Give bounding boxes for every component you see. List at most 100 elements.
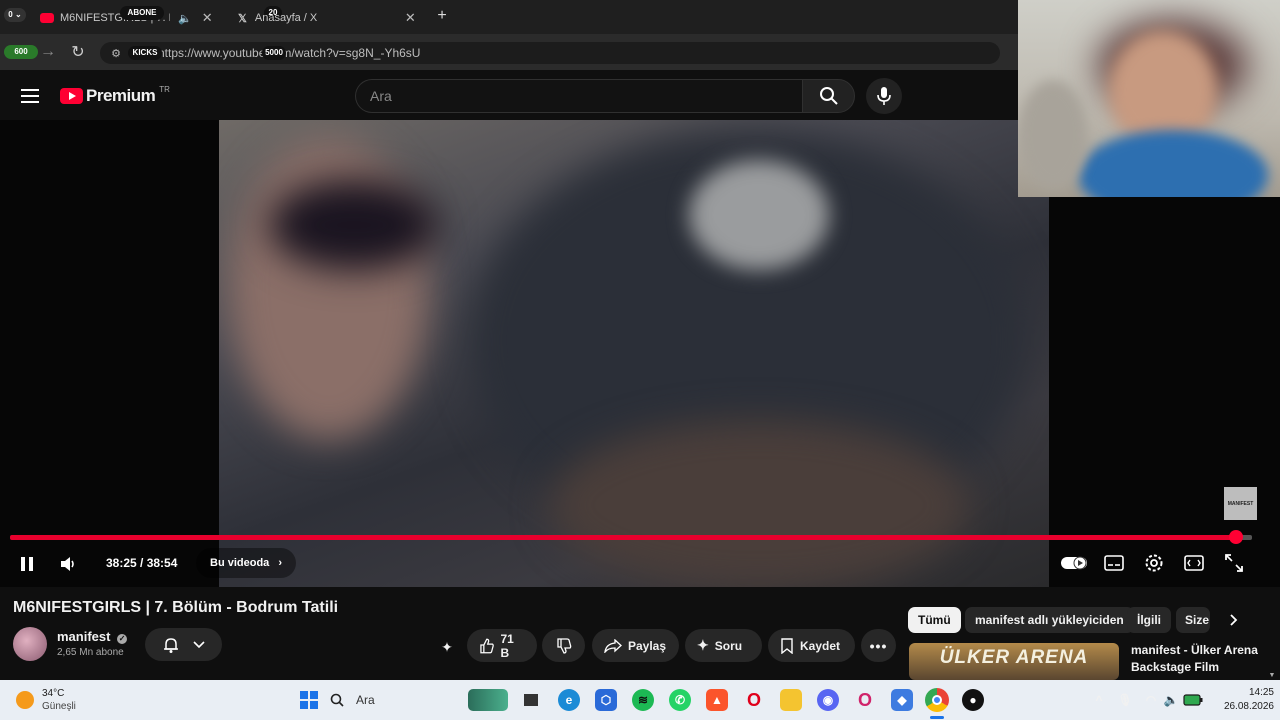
video-frame: [219, 120, 1049, 587]
save-button[interactable]: Kaydet: [768, 629, 855, 662]
overlay-counter-600: 600: [4, 45, 38, 59]
forward-icon[interactable]: →: [38, 42, 58, 62]
theater-mode-button[interactable]: [1182, 552, 1206, 574]
weather-widget[interactable]: 34°C Güneşli: [16, 686, 76, 714]
more-actions-button[interactable]: •••: [861, 629, 896, 662]
logo-region: TR: [159, 84, 170, 94]
taskbar-search-label: Ara: [356, 693, 375, 707]
overlay-abone-label: ABONE: [120, 6, 164, 20]
progress-scrubber-handle[interactable]: [1228, 530, 1243, 544]
new-tab-button[interactable]: +: [432, 6, 452, 26]
search-icon: [330, 693, 344, 707]
file-explorer-icon[interactable]: [780, 689, 802, 711]
theater-mode-icon: [1184, 555, 1204, 571]
chip-from-uploader[interactable]: manifest adlı yükleyiciden: [965, 607, 1134, 633]
spotify-icon[interactable]: ≋: [632, 689, 654, 711]
autoplay-toggle[interactable]: [1060, 552, 1088, 574]
taskbar-clock[interactable]: 14:25 26.08.2026: [1210, 686, 1274, 714]
progress-bar[interactable]: [10, 535, 1252, 540]
gear-icon: [1145, 554, 1163, 572]
chevron-right-icon: ›: [278, 557, 283, 569]
menu-icon[interactable]: [18, 84, 42, 108]
share-button[interactable]: Paylaş: [592, 629, 679, 662]
time-display: 38:25 / 38:54: [106, 556, 178, 570]
overlay-kicks-count: 5000: [262, 46, 286, 60]
subscriber-count: 2,65 Mn abone: [57, 647, 124, 658]
url-text: https://www.youtube.com/watch?v=sg8N_-Yh…: [158, 46, 421, 60]
x-logo-icon: 𝕏: [238, 12, 247, 25]
autoplay-toggle-icon: [1061, 556, 1087, 570]
reload-icon[interactable]: ↻: [68, 42, 88, 62]
scroll-down-arrow[interactable]: ▼: [1266, 670, 1278, 680]
weather-temp: 34°C: [42, 688, 65, 699]
sparkle-icon: ✦: [697, 637, 709, 653]
chips-next-button[interactable]: [1222, 608, 1246, 632]
chevron-up-icon[interactable]: ^: [1088, 689, 1110, 711]
chrome-icon[interactable]: [925, 688, 949, 712]
ai-sparkle-icon[interactable]: ✦: [436, 636, 458, 658]
task-view-icon[interactable]: [520, 689, 542, 711]
chip-related[interactable]: İlgili: [1127, 607, 1171, 633]
close-tab-icon[interactable]: ✕: [405, 10, 416, 26]
bell-icon: [163, 637, 178, 653]
clock-time: 14:25: [1248, 687, 1274, 698]
search-placeholder: Ara: [370, 88, 392, 104]
clock-date: 26.08.2026: [1223, 701, 1274, 712]
brave-icon[interactable]: ▲: [706, 689, 728, 711]
chevron-right-icon: [1230, 614, 1238, 626]
browser-tab-bar: 0 ⌄ M6NIFESTGIRLS | 7. Bölüm 🔈 ✕ ABONE 2…: [0, 0, 1018, 34]
ask-label: Soru: [714, 638, 743, 653]
battery-icon[interactable]: [1182, 689, 1204, 711]
address-bar[interactable]: https://www.youtube.com/watch?v=sg8N_-Yh…: [100, 42, 1000, 64]
thumbs-up-icon: [480, 638, 494, 653]
app-recording-icon[interactable]: ●: [962, 689, 984, 711]
channel-watermark[interactable]: MANIFEST: [1224, 487, 1257, 520]
widget-thumbnail-icon[interactable]: [468, 689, 508, 711]
search-button[interactable]: [802, 79, 855, 113]
recommended-title[interactable]: manifest - Ülker Arena Backstage Film: [1131, 642, 1271, 676]
chapters-button[interactable]: Bu videoda ›: [196, 548, 297, 578]
voice-search-button[interactable]: [866, 78, 902, 114]
speaker-icon: 🔈: [178, 12, 192, 25]
ask-button[interactable]: ✦ Soru: [685, 629, 762, 662]
fullscreen-icon: [1225, 554, 1243, 572]
microphone-icon[interactable]: 🎙: [1114, 689, 1136, 711]
weather-desc: Güneşli: [42, 701, 76, 712]
tab-x[interactable]: 𝕏 Anasayfa / X ✕: [238, 4, 423, 32]
channel-avatar[interactable]: [13, 627, 47, 661]
search-input[interactable]: Ara: [355, 79, 802, 113]
channel-name[interactable]: manifest ✓: [57, 629, 128, 644]
opera-icon[interactable]: O: [743, 689, 765, 711]
like-button[interactable]: 71 B: [467, 629, 537, 662]
chip-for-you[interactable]: Size: [1176, 607, 1210, 633]
close-tab-icon[interactable]: ✕: [202, 10, 213, 26]
recommended-thumbnail[interactable]: ÜLKER ARENA: [909, 643, 1119, 680]
thumbs-down-icon: [556, 637, 571, 654]
youtube-play-icon: [60, 88, 83, 104]
thumbnail-text: ÜLKER ARENA: [939, 647, 1089, 668]
subscribed-notifications-button[interactable]: [145, 628, 222, 661]
subtitles-button[interactable]: [1102, 552, 1126, 574]
chip-all[interactable]: Tümü: [908, 607, 961, 633]
store-icon[interactable]: ⬡: [595, 689, 617, 711]
edge-icon[interactable]: e: [558, 689, 580, 711]
whatsapp-icon[interactable]: ✆: [669, 689, 691, 711]
volume-button[interactable]: [56, 551, 82, 577]
pause-button[interactable]: [14, 551, 40, 577]
save-label: Kaydet: [800, 638, 841, 653]
windows-start-icon[interactable]: [298, 689, 320, 711]
settings-button[interactable]: [1142, 551, 1166, 575]
site-settings-icon[interactable]: ⚙: [108, 45, 124, 61]
speaker-icon[interactable]: 🔈: [1160, 689, 1182, 711]
dislike-button[interactable]: [542, 629, 585, 662]
taskbar-search[interactable]: Ara: [330, 688, 450, 712]
chapters-label: Bu videoda: [210, 557, 270, 569]
fullscreen-button[interactable]: [1222, 551, 1246, 575]
youtube-logo[interactable]: Premium TR: [60, 84, 170, 108]
app-cube-icon[interactable]: ◆: [891, 689, 913, 711]
microphone-icon: [877, 87, 891, 105]
discord-icon[interactable]: ◉: [817, 689, 839, 711]
opera-gx-icon[interactable]: O: [854, 689, 876, 711]
wifi-icon[interactable]: ◠: [1140, 689, 1162, 711]
search-icon: [819, 87, 838, 105]
